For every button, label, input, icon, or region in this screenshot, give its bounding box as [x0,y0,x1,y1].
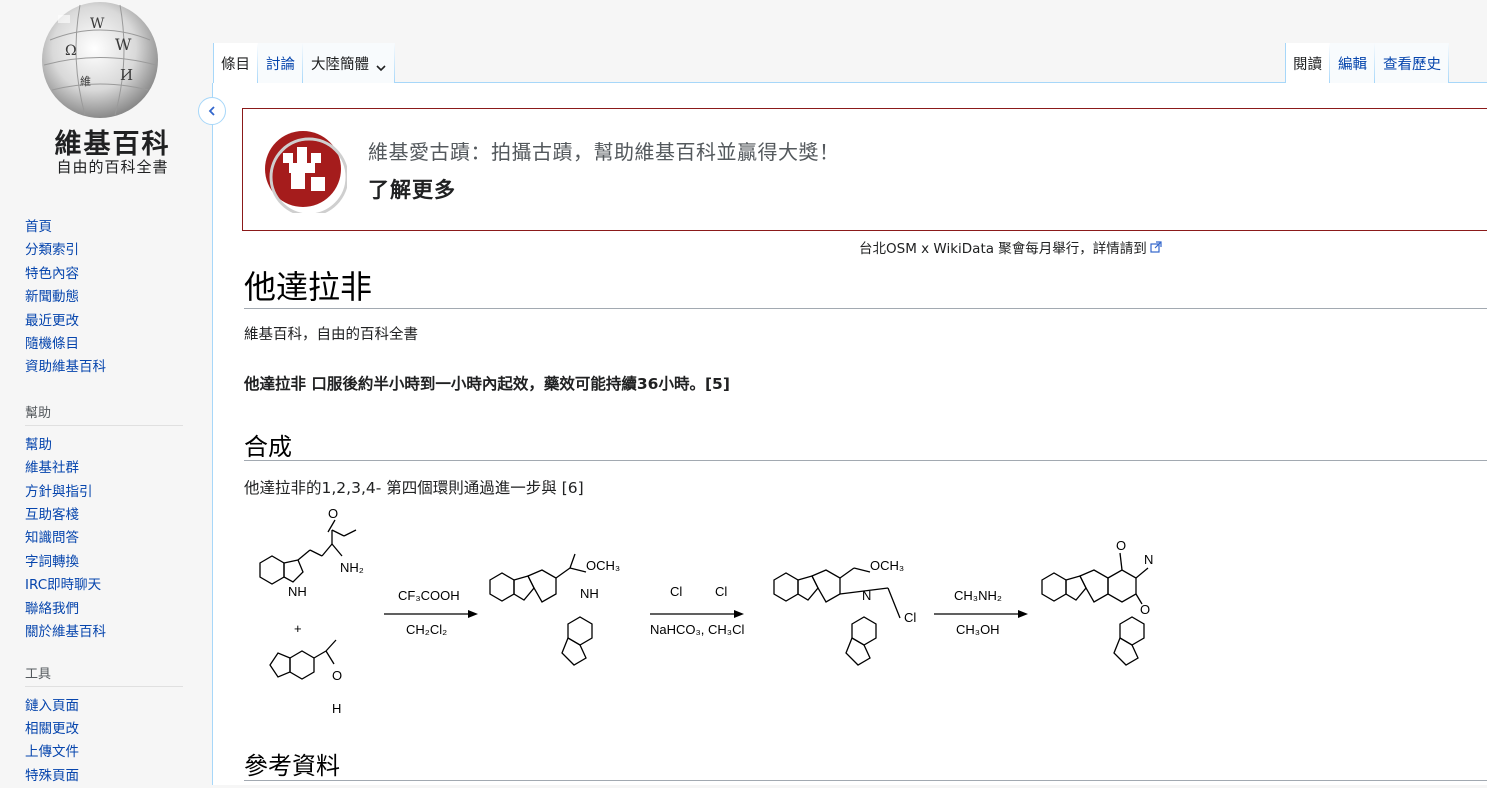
synthesis-paragraph: 他達拉非的1,2,3,4- 第四個環則通過進一步與 [6] [244,476,584,498]
label-nh-2: NH [580,586,599,601]
view-tabs: 閱讀 編輯 查看歷史 [1285,43,1449,83]
sidebar-item-policies[interactable]: 方針與指引 [25,481,200,504]
external-link-icon[interactable] [1150,241,1162,253]
banner-learn-more-link[interactable]: 了解更多 [368,174,456,204]
chevron-left-icon [206,105,218,117]
wikipedia-logo[interactable]: W Ω W И 維 維基百科 自由的百科全書 [30,0,180,190]
svg-text:維: 維 [80,75,91,88]
label-n-2: N [1144,552,1153,567]
references-divider [244,780,1487,781]
synthesis-divider [244,460,1487,461]
navigation-portal: 首頁 分類索引 特色內容 新聞動態 最近更改 隨機條目 資助維基百科 [0,210,200,380]
label-cl-1: Cl [670,584,682,599]
sidebar-item-about[interactable]: 關於維基百科 [25,621,200,644]
tab-edit-label: 編輯 [1338,53,1367,74]
banner-message: 維基愛古蹟：拍攝古蹟，幫助維基百科並贏得大獎！ [368,136,840,165]
sidebar: 首頁 分類索引 特色內容 新聞動態 最近更改 隨機條目 資助維基百科 幫助 幫助… [0,210,200,788]
label-cl-3: Cl [904,610,916,625]
solvent-ch2cl2: CH₂Cl₂ [406,622,447,637]
tab-article[interactable]: 條目 [213,43,258,83]
svg-text:Ω: Ω [65,43,77,59]
chevron-down-icon [375,62,387,74]
sidebar-item-category-index[interactable]: 分類索引 [25,239,200,262]
sidebar-item-help[interactable]: 幫助 [25,434,200,457]
tab-edit[interactable]: 編輯 [1330,43,1375,83]
central-notice-banner: 維基愛古蹟：拍攝古蹟，幫助維基百科並贏得大獎！ 了解更多 [242,108,1487,231]
sidebar-item-main-page[interactable]: 首頁 [25,216,200,239]
page-title: 他達拉非 [244,262,372,308]
plus-sign: + [294,621,302,636]
svg-text:W: W [115,35,132,54]
lead-paragraph: 他達拉非 口服後約半小時到一小時內起效，藥效可能持續36小時。[5] [244,372,730,394]
site-notice: 台北OSM x WikiData 聚會每月舉行，詳情請到 [859,237,1162,257]
monument-logo-icon [261,127,347,213]
label-o-2: O [332,668,342,683]
label-n-1: N [862,588,871,603]
sidebar-item-donate[interactable]: 資助維基百科 [25,356,200,379]
sidebar-item-what-links-here[interactable]: 鏈入頁面 [25,695,200,718]
label-o: O [328,508,338,521]
sidebar-item-upload-file[interactable]: 上傳文件 [25,741,200,764]
sidebar-item-conversion[interactable]: 字詞轉換 [25,551,200,574]
tab-read[interactable]: 閱讀 [1285,43,1330,83]
tab-talk-label: 討論 [266,53,295,74]
sidebar-item-featured-content[interactable]: 特色內容 [25,263,200,286]
sidebar-item-related-changes[interactable]: 相關更改 [25,718,200,741]
site-subtitle: 維基百科，自由的百科全書 [244,323,418,344]
label-o-3: O [1116,538,1126,553]
sidebar-item-current-events[interactable]: 新聞動態 [25,286,200,309]
tab-history-label: 查看歷史 [1383,53,1441,74]
wiki-loves-monuments-logo [261,127,347,217]
sidebar-item-community[interactable]: 維基社群 [25,457,200,480]
namespace-tabs: 條目 討論 大陸簡體 [213,43,395,83]
section-heading-references: 參考資料 [244,746,340,781]
label-cl-2: Cl [715,584,727,599]
reagent-ch3nh2: CH₃NH₂ [954,588,1002,603]
variant-dropdown[interactable]: 大陸簡體 [303,43,395,83]
solvent-ch3oh: CH₃OH [956,622,1000,637]
section-heading-synthesis: 合成 [244,427,292,462]
tab-article-label: 條目 [221,53,250,74]
tools-heading: 工具 [25,663,183,687]
svg-text:И: И [120,66,133,84]
site-notice-text: 台北OSM x WikiData 聚會每月舉行，詳情請到 [859,237,1147,257]
tab-read-label: 閱讀 [1293,53,1322,74]
label-nh2: NH₂ [340,560,364,575]
reagent-nahco3: NaHCO₃, CH₃Cl [650,622,744,637]
label-nh-1: NH [288,584,307,599]
tagline: 自由的百科全書 [30,156,195,177]
sidebar-item-village-pump[interactable]: 互助客棧 [25,504,200,527]
label-och3-1: OCH₃ [586,558,620,573]
help-heading: 幫助 [25,402,183,426]
help-portal: 幫助 幫助 維基社群 方針與指引 互助客棧 知識問答 字詞轉換 IRC即時聊天 … [0,402,200,645]
sidebar-item-irc[interactable]: IRC即時聊天 [25,574,200,597]
reagent-cf3cooh: CF₃COOH [398,588,460,603]
globe-icon: W Ω W И 維 [30,0,170,125]
sidebar-item-reference-desk[interactable]: 知識問答 [25,527,200,550]
label-o-4: O [1140,602,1150,617]
label-och3-2: OCH₃ [870,558,904,573]
tab-history[interactable]: 查看歷史 [1375,43,1449,83]
synthesis-scheme-image[interactable]: O NH₂ NH + O H CF₃COOH CH₂Cl₂ OCH₃ NH Na… [240,508,1180,723]
tab-talk[interactable]: 討論 [258,43,303,83]
tools-portal: 工具 鏈入頁面 相關更改 上傳文件 特殊頁面 [0,663,200,788]
sidebar-collapse-button[interactable] [198,97,226,125]
sidebar-item-random-article[interactable]: 隨機條目 [25,333,200,356]
sidebar-item-recent-changes[interactable]: 最近更改 [25,310,200,333]
sidebar-item-contact[interactable]: 聯絡我們 [25,598,200,621]
variant-label: 大陸簡體 [311,53,369,74]
svg-text:W: W [90,16,105,32]
title-divider [244,308,1487,309]
label-h-aldehyde: H [332,701,341,716]
